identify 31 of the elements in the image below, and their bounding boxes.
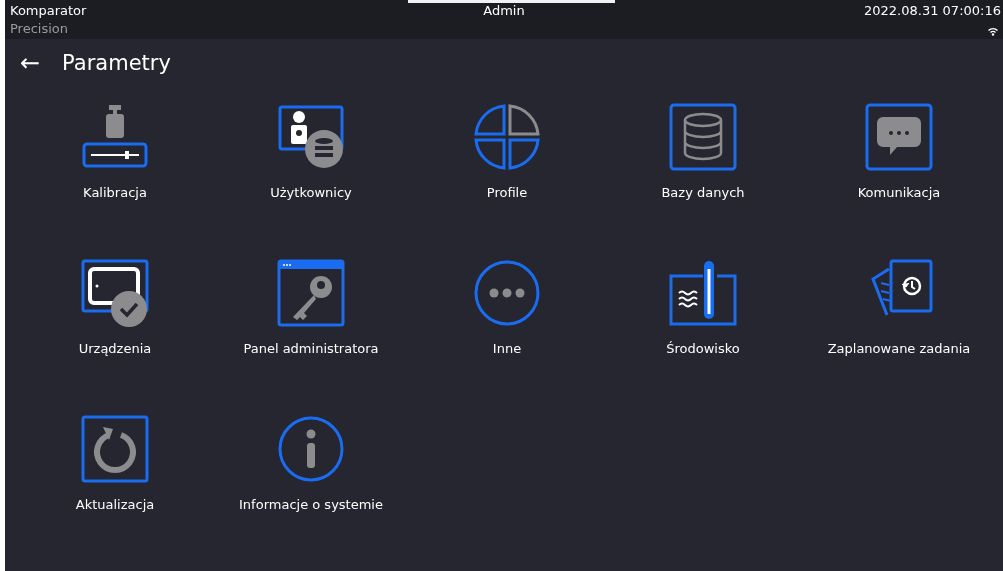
- more-icon: [473, 259, 541, 327]
- drag-handle[interactable]: [408, 0, 615, 3]
- menu-tile[interactable]: Profile: [409, 103, 605, 259]
- refresh-icon: [81, 415, 149, 483]
- menu-tile[interactable]: Urządzenia: [17, 259, 213, 415]
- chat-bubble-icon: [865, 103, 933, 171]
- key-window-icon: [277, 259, 345, 327]
- menu-tile[interactable]: Komunikacja: [801, 103, 997, 259]
- menu-tile[interactable]: Kalibracja: [17, 103, 213, 259]
- menu-tile[interactable]: Inne: [409, 259, 605, 415]
- tablet-check-icon: [81, 259, 149, 327]
- thermometer-icon: [669, 259, 737, 327]
- back-button[interactable]: ←: [20, 48, 41, 77]
- pie-chart-icon: [473, 103, 541, 171]
- menu-tile[interactable]: Informacje o systemie: [213, 415, 409, 571]
- menu-tile[interactable]: Panel administratora: [213, 259, 409, 415]
- user-database-icon: [277, 103, 345, 171]
- user-label: Admin: [483, 2, 525, 20]
- menu-tile[interactable]: Aktualizacja: [17, 415, 213, 571]
- database-icon: [669, 103, 737, 171]
- mode-label: Komparator: [10, 2, 87, 20]
- info-icon: [277, 415, 345, 483]
- device-label: Precision: [10, 20, 68, 38]
- page-title: Parametry: [62, 50, 171, 75]
- menu-tile[interactable]: Użytkownicy: [213, 103, 409, 259]
- menu-tile[interactable]: Zaplanowane zadania: [801, 259, 997, 415]
- menu-tile[interactable]: Środowisko: [605, 259, 801, 415]
- wifi-icon: [987, 26, 999, 36]
- datetime-label: 2022.08.31 07:00:16: [864, 2, 1001, 20]
- weight-scale-icon: [81, 103, 149, 171]
- menu-tile[interactable]: Bazy danych: [605, 103, 801, 259]
